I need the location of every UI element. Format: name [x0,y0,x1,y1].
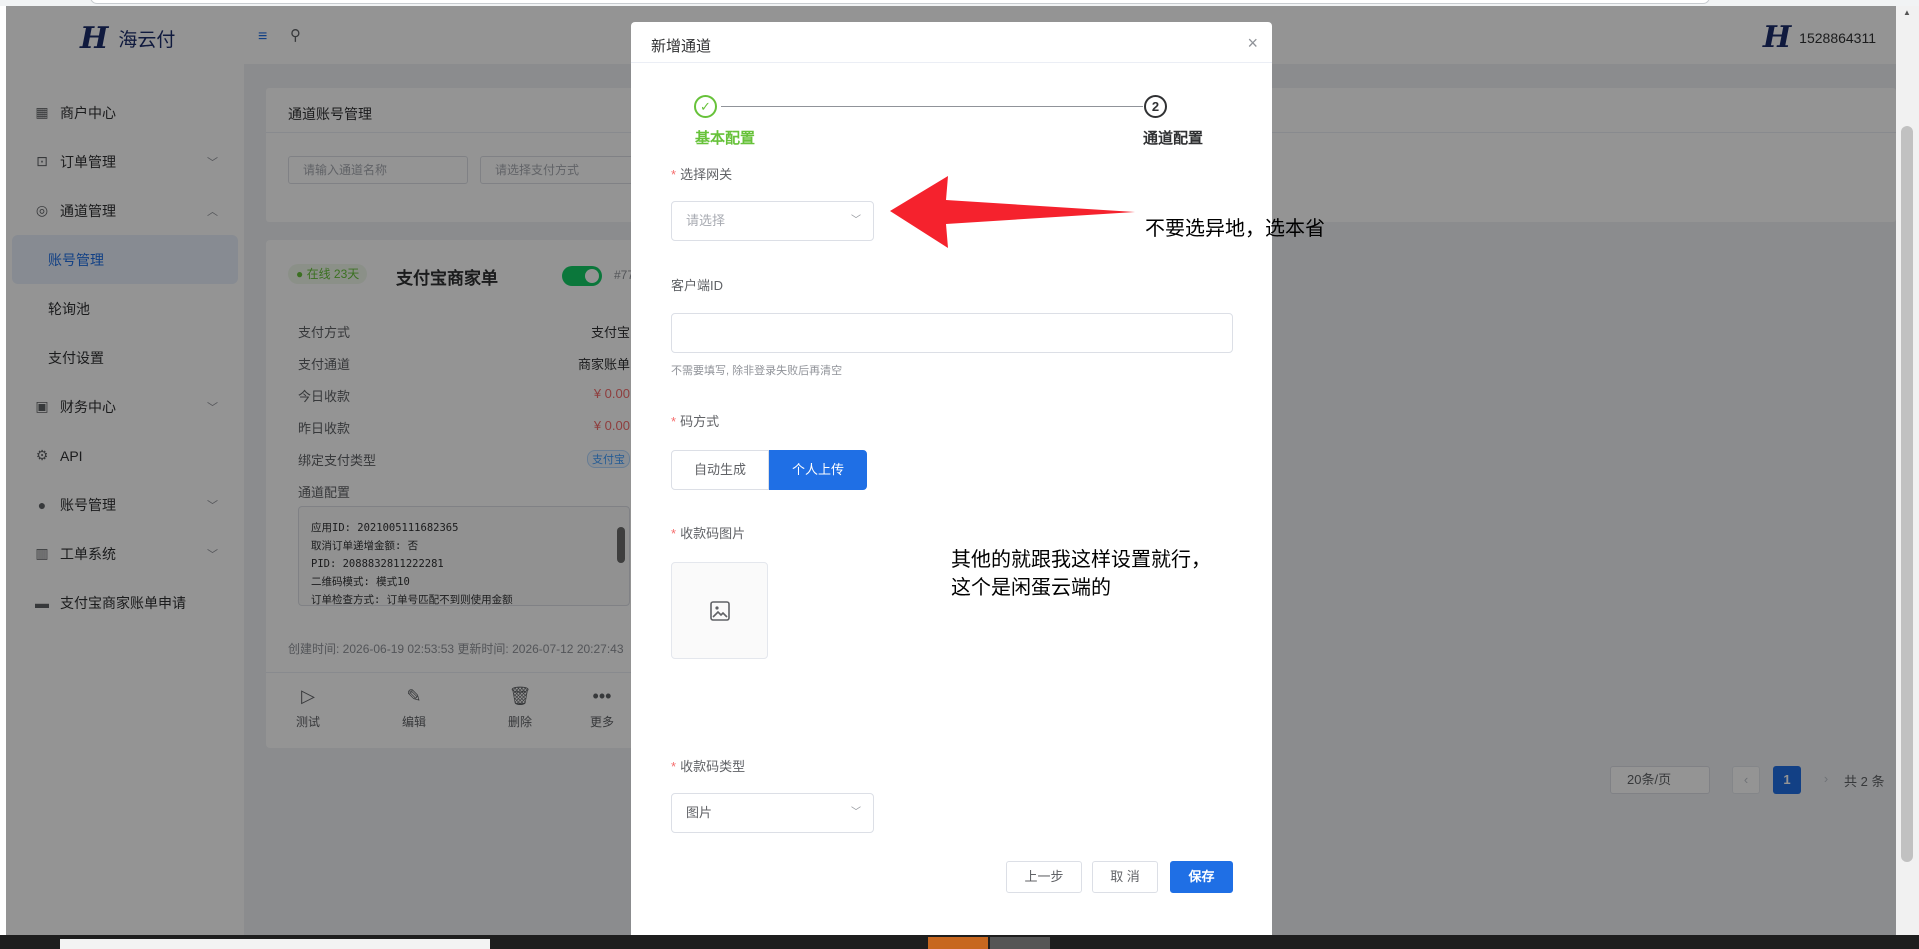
taskbar-app[interactable] [928,937,988,949]
page-scrollbar[interactable]: ▲ [1896,6,1919,935]
scrollbar-thumb[interactable] [1901,126,1913,862]
chevron-down-icon: ﹀ [851,807,861,818]
step-channel-config: 通道配置 [1143,130,1204,147]
scroll-up-icon[interactable]: ▲ [1903,8,1911,17]
code-mode-upload[interactable]: 个人上传 [769,450,867,490]
client-id-input[interactable] [671,313,1233,353]
annotation-text: 其他的就跟我这样设置就行， [951,549,1211,571]
code-mode-label: * 码方式 [671,414,720,429]
red-arrow-annotation [890,176,1135,248]
qr-type-label-text: 收款码类型 [680,759,746,774]
add-channel-dialog: 新增通道 × ✓ 2 基本配置 通道配置 * 选择网关 请选择 ﹀ 客户端ID 不需… [631,22,1272,935]
close-icon[interactable]: × [1247,34,1258,52]
annotation-text: 这个是闲蛋云端的 [951,577,1111,599]
chevron-down-icon: ﹀ [851,215,861,226]
code-mode-radio-group: 自动生成 个人上传 [671,450,867,490]
divider [631,62,1272,63]
gateway-label-text: 选择网关 [680,167,733,182]
browser-address-bar[interactable] [90,0,1710,4]
taskbar-search[interactable] [60,939,490,949]
cancel-button[interactable]: 取 消 [1092,861,1158,893]
step-number: 2 [1144,95,1167,118]
dialog-title: 新增通道 [651,38,712,55]
qr-image-label-text: 收款码图片 [680,526,746,541]
client-id-hint: 不需要填写, 除非登录失败后再清空 [671,365,843,377]
code-mode-label-text: 码方式 [680,414,720,429]
gateway-label: * 选择网关 [671,167,733,182]
taskbar [0,935,1919,949]
check-icon: ✓ [694,95,717,118]
prev-step-button[interactable]: 上一步 [1006,861,1082,893]
qr-type-value: 图片 [686,805,713,820]
qr-type-label: * 收款码类型 [671,759,746,774]
save-button[interactable]: 保存 [1170,861,1233,893]
step-connector [721,106,1143,107]
taskbar-app[interactable] [990,937,1050,949]
image-icon [709,600,730,621]
annotation-text: 不要选异地，选本省 [1145,218,1325,240]
qr-image-label: * 收款码图片 [671,526,746,541]
gateway-select[interactable]: 请选择 ﹀ [671,201,874,241]
arrow-shape [890,176,1135,248]
step-basic-config: 基本配置 [695,130,756,147]
code-mode-auto[interactable]: 自动生成 [671,450,769,490]
client-id-label: 客户端ID [671,278,724,293]
qr-image-upload[interactable] [671,562,768,659]
gateway-placeholder: 请选择 [686,213,726,228]
qr-type-select[interactable]: 图片 ﹀ [671,793,874,833]
